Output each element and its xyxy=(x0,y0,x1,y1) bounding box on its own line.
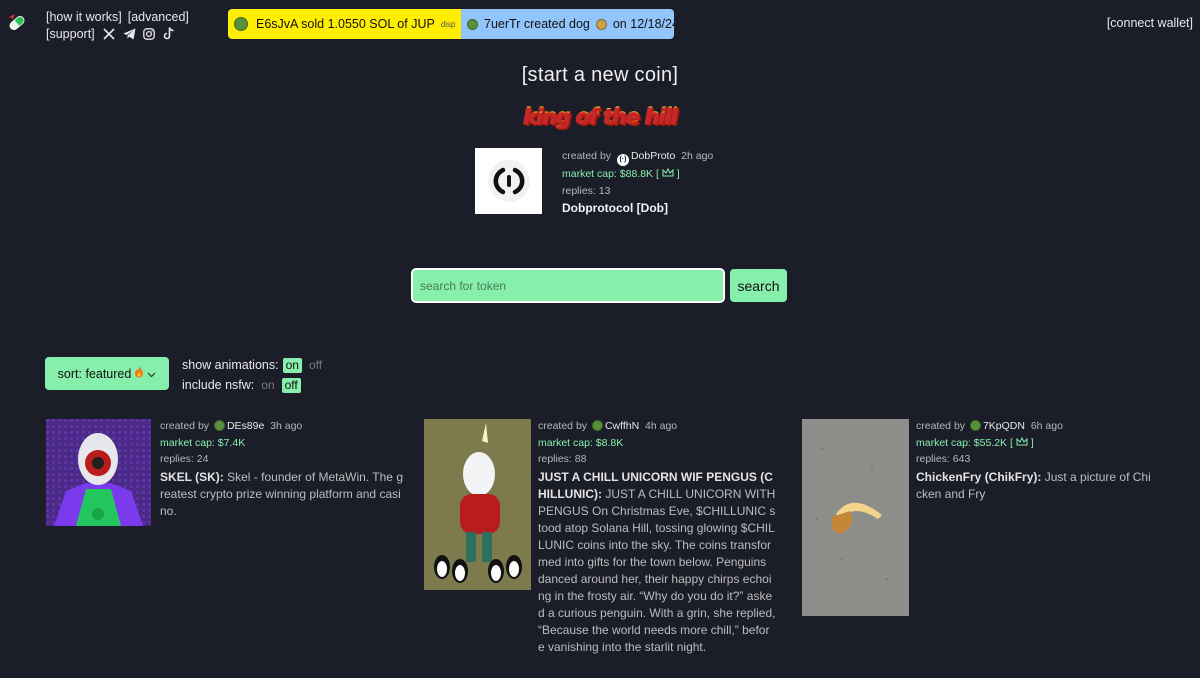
token-age: 3h ago xyxy=(270,420,303,432)
token-desc-text: JUST A CHILL UNICORN WITH PENGUS On Chri… xyxy=(538,486,776,654)
token-age: 4h ago xyxy=(645,420,678,432)
market-cap-value: market cap: $88.8K [ xyxy=(562,168,659,181)
tiktok-icon[interactable] xyxy=(163,27,176,40)
instagram-icon[interactable] xyxy=(143,27,156,40)
user-avatar-icon xyxy=(467,18,478,30)
skel-character-image xyxy=(46,419,151,526)
create-text: 7uerTr created dog xyxy=(484,17,590,31)
disp-text: disp xyxy=(440,19,456,29)
king-of-the-hill-banner: king of the hill xyxy=(0,104,1200,128)
token-card-info: created by 7KpQDN 6h ago market cap: $55… xyxy=(916,418,1154,503)
token-age: 6h ago xyxy=(1030,420,1063,432)
advanced-link[interactable]: [advanced] xyxy=(128,9,189,25)
creator-avatar-icon xyxy=(969,420,981,431)
market-cap-suffix: ] xyxy=(676,168,680,181)
token-title: ChickenFry (ChikFry): xyxy=(916,469,1042,484)
replies-count: replies: 88 xyxy=(538,453,587,465)
trade-ticker-item[interactable]: E6sJvA sold 1.0550 SOL of JUP disp xyxy=(228,9,461,39)
creator-link[interactable]: DEs89e xyxy=(227,420,264,432)
token-card-info: created by CwffhN 4h ago market cap: $8.… xyxy=(538,418,776,656)
sort-label: sort: featured xyxy=(57,366,132,381)
replies-count: replies: 24 xyxy=(160,453,209,465)
dobprotocol-logo-icon xyxy=(487,160,530,202)
market-cap: market cap: $7.4K xyxy=(160,436,246,449)
market-cap: market cap: $55.2K [ ] xyxy=(916,435,1154,452)
fire-icon xyxy=(134,366,144,381)
dog-token-icon xyxy=(595,18,607,30)
animations-on-option[interactable]: on xyxy=(282,357,302,373)
creator-link[interactable]: DobProto xyxy=(631,150,675,162)
token-card-info: created by DEs89e 3h ago market cap: $7.… xyxy=(160,418,405,520)
creator-link[interactable]: 7KpQDN xyxy=(983,420,1025,432)
market-cap-value: market cap: $55.2K [ xyxy=(916,436,1013,449)
show-animations-label: show animations: xyxy=(182,358,279,372)
created-by-label: created by xyxy=(916,420,966,432)
token-name[interactable]: Dobprotocol [Dob] xyxy=(562,200,713,217)
token-age: 2h ago xyxy=(681,150,714,162)
token-description[interactable]: JUST A CHILL UNICORN WIF PENGUS (CHILLUN… xyxy=(538,469,776,656)
activity-ticker: E6sJvA sold 1.0550 SOL of JUP disp 7uerT… xyxy=(228,9,674,39)
trade-text: E6sJvA sold 1.0550 SOL of JUP xyxy=(256,17,435,31)
top-nav: [how it works] [advanced] [support] xyxy=(46,8,189,42)
pump-pill-logo[interactable] xyxy=(6,12,28,34)
token-image[interactable] xyxy=(424,419,531,590)
created-by-label: created by xyxy=(160,420,210,432)
token-description[interactable]: ChickenFry (ChikFry): Just a picture of … xyxy=(916,469,1154,503)
search-input[interactable] xyxy=(411,268,725,303)
token-image[interactable] xyxy=(802,419,909,616)
token-image[interactable] xyxy=(46,419,151,526)
creator-avatar-icon xyxy=(591,420,603,431)
support-link[interactable]: [support] xyxy=(46,26,95,42)
nsfw-on-option[interactable]: on xyxy=(258,378,277,393)
crown-icon xyxy=(1013,436,1031,449)
create-date: on 12/18/24 xyxy=(612,17,674,31)
creator-line: created by (·) DobProto 2h ago xyxy=(562,148,714,167)
king-of-the-hill-title: king of the hill xyxy=(523,104,677,128)
telegram-icon[interactable] xyxy=(123,27,136,40)
unicorn-penguins-image xyxy=(424,419,531,590)
king-token-info: created by (·) DobProto 2h ago market cap… xyxy=(562,148,713,217)
search-button[interactable]: search xyxy=(730,269,787,302)
creator-line: created by CwffhN 4h ago xyxy=(538,418,776,435)
include-nsfw-label: include nsfw: xyxy=(182,378,255,392)
replies-count: replies: 643 xyxy=(916,453,971,465)
include-nsfw-toggle: include nsfw: on off xyxy=(182,375,325,395)
market-cap-suffix: ] xyxy=(1030,436,1034,449)
token-title: SKEL (SK): xyxy=(160,469,224,484)
social-links xyxy=(103,27,176,40)
creator-avatar-icon: (·) xyxy=(616,154,629,167)
how-it-works-link[interactable]: [how it works] xyxy=(46,9,122,25)
created-by-label: created by xyxy=(562,150,612,162)
x-twitter-icon[interactable] xyxy=(103,27,116,40)
replies-count: replies: 13 xyxy=(562,184,611,197)
token-description[interactable]: SKEL (SK): Skel - founder of MetaWin. Th… xyxy=(160,469,405,520)
market-cap: market cap: $8.8K xyxy=(538,436,624,449)
creator-link[interactable]: CwffhN xyxy=(605,420,639,432)
king-token-image[interactable] xyxy=(475,148,542,214)
create-ticker-item[interactable]: 7uerTr created dog on 12/18/24 xyxy=(461,9,674,39)
crown-icon xyxy=(659,168,677,180)
nsfw-off-option[interactable]: off xyxy=(281,377,301,393)
start-new-coin-link[interactable]: [start a new coin] xyxy=(0,64,1200,87)
display-toggles: show animations: on off include nsfw: on… xyxy=(182,355,325,395)
creator-line: created by 7KpQDN 6h ago xyxy=(916,418,1154,435)
chevron-down-icon xyxy=(147,367,156,381)
connect-wallet-button[interactable]: [connect wallet] xyxy=(1107,16,1193,30)
creator-avatar-icon xyxy=(213,420,225,431)
user-avatar-icon xyxy=(234,17,248,31)
animations-off-option[interactable]: off xyxy=(306,358,325,373)
show-animations-toggle: show animations: on off xyxy=(182,355,325,375)
chicken-fry-image xyxy=(802,419,909,616)
sort-dropdown[interactable]: sort: featured xyxy=(45,357,169,390)
market-cap: market cap: $88.8K [ ] xyxy=(562,166,713,183)
created-by-label: created by xyxy=(538,420,588,432)
creator-line: created by DEs89e 3h ago xyxy=(160,418,405,435)
